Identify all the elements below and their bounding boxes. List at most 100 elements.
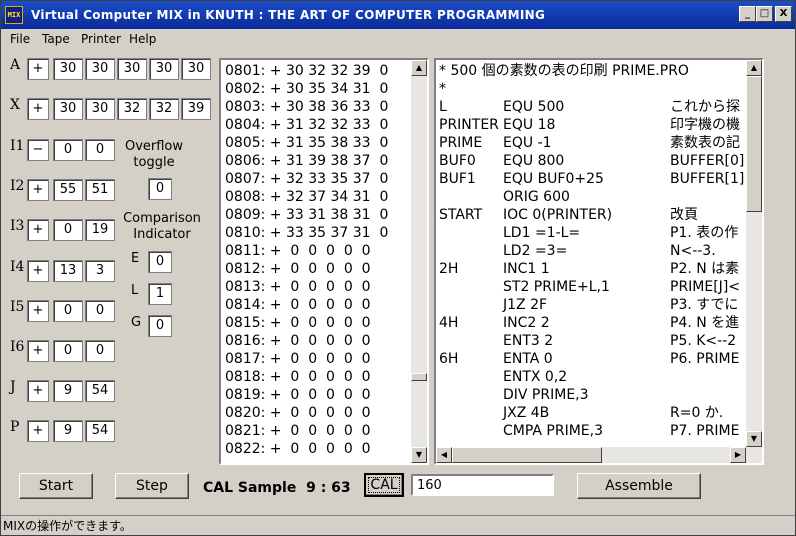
register-i4-byte-2[interactable]: 3 bbox=[85, 260, 115, 282]
cal-input[interactable] bbox=[411, 474, 554, 496]
source-operation: EQU 18 bbox=[503, 117, 556, 133]
memory-row[interactable]: 0810: + 33 35 37 31 0 bbox=[225, 224, 388, 242]
memory-row[interactable]: 0804: + 31 32 32 33 0 bbox=[225, 116, 388, 134]
register-a-byte-2[interactable]: 30 bbox=[85, 58, 115, 80]
source-comment: PRIME[J]< bbox=[670, 279, 741, 295]
register-x-byte-4[interactable]: 32 bbox=[149, 98, 179, 120]
register-p-byte-1[interactable]: 9 bbox=[53, 420, 83, 442]
source-scroll-down-icon[interactable]: ▼ bbox=[746, 431, 762, 447]
assemble-button[interactable]: Assemble bbox=[577, 473, 701, 499]
memory-row[interactable]: 0819: + 0 0 0 0 0 bbox=[225, 386, 371, 404]
source-horizontal-scrollbar[interactable]: ◀ ▶ bbox=[436, 447, 762, 463]
source-comment: 改頁 bbox=[670, 207, 698, 223]
source-operation: EQU -1 bbox=[503, 135, 552, 151]
memory-row[interactable]: 0814: + 0 0 0 0 0 bbox=[225, 296, 371, 314]
register-i4-sign[interactable]: + bbox=[27, 260, 49, 282]
register-i5-sign[interactable]: + bbox=[27, 300, 49, 322]
memory-row[interactable]: 0801: + 30 32 32 39 0 bbox=[225, 62, 388, 80]
overflow-toggle-value[interactable]: 0 bbox=[148, 178, 172, 200]
register-i3-byte-2[interactable]: 19 bbox=[85, 219, 115, 241]
start-button[interactable]: Start bbox=[19, 473, 93, 499]
register-x-sign[interactable]: + bbox=[27, 98, 49, 120]
register-i5-byte-2[interactable]: 0 bbox=[85, 300, 115, 322]
memory-row[interactable]: 0807: + 32 33 35 37 0 bbox=[225, 170, 388, 188]
register-i2-sign[interactable]: + bbox=[27, 179, 49, 201]
menu-tape[interactable]: Tape bbox=[42, 32, 70, 46]
minimize-button[interactable]: _ bbox=[739, 6, 756, 22]
register-a-sign[interactable]: + bbox=[27, 58, 49, 80]
memory-row[interactable]: 0821: + 0 0 0 0 0 bbox=[225, 422, 371, 440]
memory-row[interactable]: 0811: + 0 0 0 0 0 bbox=[225, 242, 371, 260]
register-i2-byte-2[interactable]: 51 bbox=[85, 179, 115, 201]
maximize-button[interactable]: □ bbox=[756, 6, 773, 22]
memory-row[interactable]: 0817: + 0 0 0 0 0 bbox=[225, 350, 371, 368]
memory-row[interactable]: 0818: + 0 0 0 0 0 bbox=[225, 368, 371, 386]
memory-row[interactable]: 0816: + 0 0 0 0 0 bbox=[225, 332, 371, 350]
comparison-g-value[interactable]: 0 bbox=[148, 315, 172, 337]
source-operation: JXZ 4B bbox=[503, 405, 550, 421]
register-a-byte-5[interactable]: 30 bbox=[181, 58, 211, 80]
register-p-sign[interactable]: + bbox=[27, 420, 49, 442]
source-hscroll-thumb[interactable] bbox=[452, 447, 602, 463]
memory-row[interactable]: 0813: + 0 0 0 0 0 bbox=[225, 278, 371, 296]
source-listing[interactable]: * 500 個の素数の表の印刷 PRIME.PRO * L EQU 500 これから探 P… bbox=[434, 58, 764, 465]
register-j-sign[interactable]: + bbox=[27, 380, 49, 402]
source-scroll-up-icon[interactable]: ▲ bbox=[746, 60, 762, 76]
register-a-byte-1[interactable]: 30 bbox=[53, 58, 83, 80]
register-i6-byte-2[interactable]: 0 bbox=[85, 340, 115, 362]
memory-scroll-thumb[interactable] bbox=[411, 373, 427, 381]
register-x-byte-2[interactable]: 30 bbox=[85, 98, 115, 120]
menu-help[interactable]: Help bbox=[129, 32, 156, 46]
register-i2-byte-1[interactable]: 55 bbox=[53, 179, 83, 201]
register-p-byte-2[interactable]: 54 bbox=[85, 420, 115, 442]
comparison-l-value[interactable]: 1 bbox=[148, 283, 172, 305]
source-vertical-scrollbar[interactable]: ▲ ▼ bbox=[746, 60, 762, 447]
register-i6-byte-1[interactable]: 0 bbox=[53, 340, 83, 362]
register-j-byte-1[interactable]: 9 bbox=[53, 380, 83, 402]
memory-row[interactable]: 0809: + 33 31 38 31 0 bbox=[225, 206, 388, 224]
source-comment bbox=[670, 62, 746, 80]
source-scroll-left-icon[interactable]: ◀ bbox=[436, 447, 452, 463]
menu-file[interactable]: File bbox=[10, 32, 30, 46]
register-x-byte-1[interactable]: 30 bbox=[53, 98, 83, 120]
memory-row[interactable]: 0815: + 0 0 0 0 0 bbox=[225, 314, 371, 332]
register-x-byte-3[interactable]: 32 bbox=[117, 98, 147, 120]
register-i4-byte-1[interactable]: 13 bbox=[53, 260, 83, 282]
register-i1-sign[interactable]: − bbox=[27, 139, 49, 161]
memory-row[interactable]: 0805: + 31 35 38 33 0 bbox=[225, 134, 388, 152]
memory-row[interactable]: 0806: + 31 39 38 37 0 bbox=[225, 152, 388, 170]
register-j-byte-2[interactable]: 54 bbox=[85, 380, 115, 402]
register-a-byte-3[interactable]: 30 bbox=[117, 58, 147, 80]
source-comment bbox=[670, 368, 746, 386]
memory-row[interactable]: 0803: + 30 38 36 33 0 bbox=[225, 98, 388, 116]
register-i5-byte-1[interactable]: 0 bbox=[53, 300, 83, 322]
source-operation: ENTA 0 bbox=[503, 351, 553, 367]
memory-row[interactable]: 0808: + 32 37 34 31 0 bbox=[225, 188, 388, 206]
window-title: Virtual Computer MIX in KNUTH : THE ART … bbox=[31, 8, 546, 22]
memory-list[interactable]: 0801: + 30 32 32 39 0 0802: + 30 35 34 31… bbox=[219, 58, 429, 465]
memory-scrollbar[interactable]: ▲ ▼ bbox=[411, 60, 427, 463]
register-i4-label: I4 bbox=[10, 259, 25, 275]
memory-row[interactable]: 0812: + 0 0 0 0 0 bbox=[225, 260, 371, 278]
register-i1-byte-1[interactable]: 0 bbox=[53, 139, 83, 161]
register-i6-sign[interactable]: + bbox=[27, 340, 49, 362]
register-x-byte-5[interactable]: 39 bbox=[181, 98, 211, 120]
memory-row[interactable]: 0822: + 0 0 0 0 0 bbox=[225, 440, 371, 458]
register-i3-sign[interactable]: + bbox=[27, 219, 49, 241]
register-i3-byte-1[interactable]: 0 bbox=[53, 219, 83, 241]
memory-row[interactable]: 0802: + 30 35 34 31 0 bbox=[225, 80, 388, 98]
memory-scroll-down-icon[interactable]: ▼ bbox=[411, 447, 427, 463]
register-i1-byte-2[interactable]: 0 bbox=[85, 139, 115, 161]
source-scroll-right-icon[interactable]: ▶ bbox=[730, 447, 746, 463]
register-a-byte-4[interactable]: 30 bbox=[149, 58, 179, 80]
menu-printer[interactable]: Printer bbox=[81, 32, 121, 46]
step-button[interactable]: Step bbox=[115, 473, 189, 499]
source-comment: P4. N を進 bbox=[670, 315, 740, 331]
comparison-e-value[interactable]: 0 bbox=[148, 251, 172, 273]
close-button[interactable]: X bbox=[775, 6, 792, 22]
cal-button[interactable]: CAL bbox=[364, 473, 404, 497]
memory-scroll-up-icon[interactable]: ▲ bbox=[411, 60, 427, 76]
source-label: 6H bbox=[439, 351, 459, 367]
source-scroll-thumb[interactable] bbox=[746, 76, 762, 212]
memory-row[interactable]: 0820: + 0 0 0 0 0 bbox=[225, 404, 371, 422]
